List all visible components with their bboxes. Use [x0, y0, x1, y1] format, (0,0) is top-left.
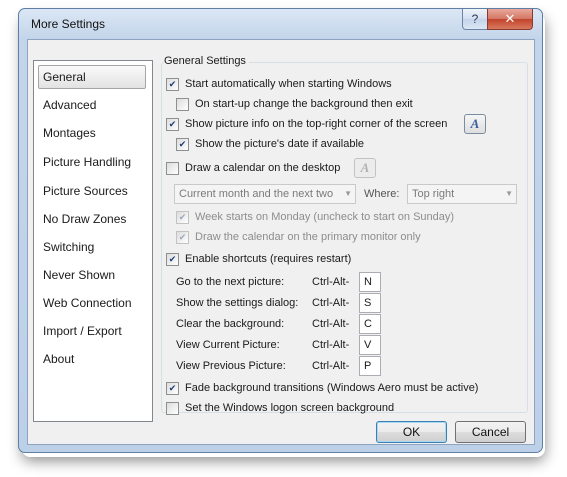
sidebar-item-import-export[interactable]: Import / Export — [38, 319, 146, 343]
select-value: Current month and the next two — [179, 188, 334, 200]
checkbox-label: Start automatically when starting Window… — [185, 78, 392, 90]
checkbox-box — [176, 137, 189, 151]
week-starts-monday-checkbox[interactable]: Week starts on Monday (uncheck to start … — [176, 209, 454, 225]
checkbox-label: On start-up change the background then e… — [195, 98, 413, 110]
close-button[interactable]: ✕ — [487, 9, 533, 30]
dialog-client-area: General Advanced Montages Picture Handli… — [27, 39, 535, 445]
shortcut-label-settings-dialog: Show the settings dialog: — [176, 297, 299, 309]
ok-button[interactable]: OK — [376, 421, 447, 443]
sidebar-item-about[interactable]: About — [38, 347, 146, 371]
start-automatically-checkbox[interactable]: Start automatically when starting Window… — [166, 76, 392, 92]
window-title: More Settings — [31, 17, 106, 31]
checkbox-box — [166, 401, 179, 415]
sidebar-item-never-shown[interactable]: Never Shown — [38, 263, 146, 287]
font-icon: A — [470, 116, 480, 131]
sidebar-item-no-draw-zones[interactable]: No Draw Zones — [38, 207, 146, 231]
shortcut-prefix: Ctrl-Alt- — [312, 276, 350, 288]
shortcut-prefix: Ctrl-Alt- — [312, 297, 350, 309]
sidebar-item-picture-sources[interactable]: Picture Sources — [38, 179, 146, 203]
chevron-down-icon: ▼ — [344, 189, 352, 198]
checkbox-label: Show the picture's date if available — [195, 138, 365, 150]
shortcut-prefix: Ctrl-Alt- — [312, 318, 350, 330]
sidebar-item-general[interactable]: General — [38, 65, 146, 89]
shortcut-key-next-picture[interactable]: N — [359, 272, 381, 292]
draw-calendar-checkbox[interactable]: Draw a calendar on the desktop — [166, 160, 340, 176]
shortcut-label-view-previous: View Previous Picture: — [176, 360, 286, 372]
settings-dialog: More Settings ? ✕ General Advanced Monta… — [18, 8, 543, 453]
shortcut-prefix: Ctrl-Alt- — [312, 339, 350, 351]
checkbox-box — [166, 381, 179, 395]
primary-monitor-only-checkbox[interactable]: Draw the calendar on the primary monitor… — [176, 229, 421, 245]
close-icon: ✕ — [504, 11, 516, 26]
select-value: Top right — [412, 188, 455, 200]
checkbox-label: Week starts on Monday (uncheck to start … — [195, 211, 455, 223]
checkbox-label: Set the Windows logon screen background — [185, 402, 395, 414]
shortcut-key-view-previous[interactable]: P — [359, 356, 381, 376]
checkbox-box — [176, 230, 189, 244]
help-button[interactable]: ? — [462, 9, 488, 30]
shortcut-prefix: Ctrl-Alt- — [312, 360, 350, 372]
settings-category-list: General Advanced Montages Picture Handli… — [33, 60, 153, 422]
info-font-button[interactable]: A — [464, 114, 486, 134]
sidebar-item-picture-handling[interactable]: Picture Handling — [38, 150, 146, 174]
checkbox-label: Draw a calendar on the desktop — [185, 162, 341, 174]
calendar-font-button[interactable]: A — [354, 158, 376, 178]
checkbox-box — [166, 252, 179, 266]
logon-background-checkbox[interactable]: Set the Windows logon screen background — [166, 400, 394, 416]
cancel-button[interactable]: Cancel — [455, 421, 526, 443]
checkbox-label: Enable shortcuts (requires restart) — [185, 253, 352, 265]
shortcut-key-view-current[interactable]: V — [359, 335, 381, 355]
calendar-position-select[interactable]: Top right ▼ — [407, 184, 517, 204]
fade-transitions-checkbox[interactable]: Fade background transitions (Windows Aer… — [166, 380, 478, 396]
checkbox-label: Show picture info on the top-right corne… — [185, 118, 448, 130]
font-icon: A — [360, 160, 370, 175]
shortcut-key-clear-background[interactable]: C — [359, 314, 381, 334]
shortcut-label-view-current: View Current Picture: — [176, 339, 280, 351]
show-picture-info-checkbox[interactable]: Show picture info on the top-right corne… — [166, 116, 447, 132]
sidebar-item-web-connection[interactable]: Web Connection — [38, 291, 146, 315]
show-picture-date-checkbox[interactable]: Show the picture's date if available — [176, 136, 364, 152]
shortcut-key-settings-dialog[interactable]: S — [359, 293, 381, 313]
group-title: General Settings — [164, 55, 249, 67]
checkbox-box — [176, 97, 189, 111]
chevron-down-icon: ▼ — [505, 189, 513, 198]
title-bar[interactable]: More Settings ? ✕ — [19, 9, 542, 39]
sidebar-item-switching[interactable]: Switching — [38, 235, 146, 259]
shortcut-label-next-picture: Go to the next picture: — [176, 276, 285, 288]
calendar-range-select[interactable]: Current month and the next two ▼ — [174, 184, 356, 204]
checkbox-box — [166, 161, 179, 175]
startup-change-background-checkbox[interactable]: On start-up change the background then e… — [176, 96, 413, 112]
shortcut-label-clear-background: Clear the background: — [176, 318, 285, 330]
checkbox-box — [176, 210, 189, 224]
enable-shortcuts-checkbox[interactable]: Enable shortcuts (requires restart) — [166, 251, 351, 267]
checkbox-box — [166, 77, 179, 91]
sidebar-item-advanced[interactable]: Advanced — [38, 93, 146, 117]
sidebar-item-montages[interactable]: Montages — [38, 121, 146, 145]
where-label: Where: — [364, 188, 400, 200]
checkbox-box — [166, 117, 179, 131]
checkbox-label: Fade background transitions (Windows Aer… — [185, 382, 479, 394]
help-icon: ? — [471, 12, 479, 26]
checkbox-label: Draw the calendar on the primary monitor… — [195, 231, 421, 243]
